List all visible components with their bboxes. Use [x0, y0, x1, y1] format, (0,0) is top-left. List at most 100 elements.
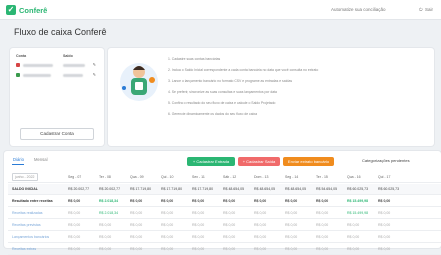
table-cell: R$ 0,00 [223, 223, 236, 227]
logout-link[interactable]: Sair [425, 7, 433, 12]
table-row: SALDO INICIAL R$ 20.002,77 R$ 20.002,77 R$ … [8, 184, 441, 195]
tab-monthly[interactable]: Mensal [34, 157, 48, 162]
tip-item: 2. Inclua o Saldo Inicial correspondente… [168, 68, 319, 72]
date-column-header: Seg - 14 [285, 175, 299, 179]
table-cell: R$ 0,00 [68, 211, 81, 215]
table-cell: R$ 48.654,05 [254, 187, 276, 191]
table-cell: R$ 0,00 [316, 199, 329, 203]
logout-icon: ⏻ [419, 7, 423, 12]
row-label[interactable]: Receitas previstas [12, 223, 41, 227]
app-name: Conferê [19, 5, 48, 15]
table-cell: R$ 0,00 [254, 223, 267, 227]
table-row: Receitas previstas R$ 0,00 R$ 0,00 R$ 0,00 R… [8, 220, 441, 231]
account-row[interactable]: ✎ [16, 72, 98, 79]
table-row: Receitas extras R$ 0,00 R$ 0,00 R$ 0,00 R$ 0… [8, 244, 441, 255]
table-cell: R$ 0,00 [378, 223, 391, 227]
table-cell: R$ 0,00 [130, 211, 143, 215]
check-logo-icon: ✓ [6, 5, 16, 15]
table-cell: R$ 0,00 [68, 223, 81, 227]
table-cell: R$ 0,00 [161, 199, 174, 203]
active-tab-indicator [12, 164, 24, 165]
table-cell: R$ 0,00 [316, 211, 329, 215]
date-column-header: Qui - 10 [161, 175, 174, 179]
date-column-header: Qui - 17 [378, 175, 391, 179]
date-column-header: Seg - 07 [68, 175, 82, 179]
account-name-redacted [23, 64, 53, 67]
tip-item: 6. Gerencie dinamicamente os dados do se… [168, 112, 257, 116]
table-cell: R$ 0,00 [347, 235, 360, 239]
table-cell: R$ 0,00 [378, 199, 391, 203]
table-cell: R$ 0,00 [99, 235, 112, 239]
table-cell: R$ 0,00 [378, 235, 391, 239]
table-cell: R$ 0,00 [254, 211, 267, 215]
date-column-header: Dom - 13 [254, 175, 269, 179]
date-column-header: Qua - 16 [347, 175, 361, 179]
table-cell: R$ 0,00 [130, 199, 143, 203]
row-label[interactable]: Lançamentos bancários [12, 235, 49, 239]
date-column-header: Sáb - 12 [223, 175, 237, 179]
edit-icon[interactable]: ✎ [93, 62, 96, 67]
account-balance-redacted [63, 74, 83, 77]
tip-item: 4. Se preferir, sincronize as suas consu… [168, 90, 277, 94]
table-cell: R$ 48.654,05 [223, 187, 245, 191]
table-cell: R$ 0,00 [192, 235, 205, 239]
table-cell: R$ 0,00 [99, 223, 112, 227]
table-row: Receitas realizadas R$ 0,00 R$ 2.018,34 R$ … [8, 208, 441, 219]
date-column-header: Ter - 15 [316, 175, 328, 179]
add-expense-button[interactable]: + Cadastrar Saída [238, 157, 280, 166]
edit-icon[interactable]: ✎ [93, 72, 96, 77]
table-cell: R$ 60.025,73 [378, 187, 400, 191]
table-cell: R$ 0,00 [161, 235, 174, 239]
page-title: Fluxo de caixa Conferê [14, 27, 107, 37]
add-income-button[interactable]: + Cadastrar Entrada [187, 157, 235, 166]
table-cell: R$ 0,00 [161, 223, 174, 227]
row-label: Resultado entre receitas [12, 199, 53, 203]
date-picker-input[interactable]: junho - 2022 [12, 173, 38, 181]
table-cell: R$ 0,00 [223, 199, 236, 203]
table-cell: R$ 0,00 [130, 235, 143, 239]
table-cell: R$ 17.719,80 [130, 187, 152, 191]
table-cell: R$ 2.018,34 [99, 199, 119, 203]
table-cell: R$ 0,00 [192, 211, 205, 215]
account-name-redacted [23, 74, 51, 77]
table-cell: R$ 0,00 [285, 223, 298, 227]
table-cell: R$ 0,00 [347, 223, 360, 227]
add-account-button[interactable]: Cadastrar Conta [20, 128, 94, 140]
tip-item: 5. Confira o resultado do seu fluxo de c… [168, 101, 276, 105]
table-cell: R$ 48.654,05 [285, 187, 307, 191]
table-cell: R$ 15.499,98 [347, 211, 369, 215]
tab-daily[interactable]: Diário [13, 157, 24, 162]
app-logo[interactable]: ✓ Conferê [6, 5, 47, 15]
date-column-header: Qua - 09 [130, 175, 144, 179]
bank-icon [16, 63, 20, 67]
table-cell: R$ 0,00 [68, 235, 81, 239]
table-cell: R$ 0,00 [68, 199, 81, 203]
table-row: Resultado entre receitas R$ 0,00 R$ 2.018,… [8, 196, 441, 207]
account-row[interactable]: ✎ [16, 62, 98, 69]
table-cell: R$ 17.719,80 [192, 187, 214, 191]
table-cell: R$ 0,00 [130, 223, 143, 227]
balance-column-header: Saldo [63, 54, 73, 58]
table-cell: R$ 0,00 [316, 235, 329, 239]
table-cell: R$ 0,00 [223, 235, 236, 239]
table-cell: R$ 0,00 [192, 199, 205, 203]
table-cell: R$ 15.499,98 [347, 199, 369, 203]
account-balance-redacted [63, 64, 85, 67]
table-cell: R$ 0,00 [285, 211, 298, 215]
pending-categories-link[interactable]: Categorizações pendentes [362, 158, 410, 163]
date-column-header: Sex - 11 [192, 175, 205, 179]
tip-item: 3. Lance o lançamento bancário no format… [168, 79, 293, 83]
cashflow-grid-panel: Diário Mensal + Cadastrar Entrada + Cada… [4, 151, 441, 255]
row-label[interactable]: Receitas realizadas [12, 211, 43, 215]
account-column-header: Conta [16, 54, 27, 58]
import-statement-button[interactable]: Enviar extrato bancário [283, 157, 334, 166]
table-cell: R$ 0,00 [378, 211, 391, 215]
assistant-illustration [120, 63, 158, 101]
table-cell: R$ 20.002,77 [99, 187, 121, 191]
tip-item: 1. Cadastre suas contas bancárias [168, 57, 221, 61]
bank-icon [16, 73, 20, 77]
date-column-header: Ter - 08 [99, 175, 111, 179]
table-cell: R$ 54.654,05 [316, 187, 338, 191]
automate-link[interactable]: Automatize sua conciliação [331, 7, 386, 12]
table-cell: R$ 0,00 [254, 235, 267, 239]
